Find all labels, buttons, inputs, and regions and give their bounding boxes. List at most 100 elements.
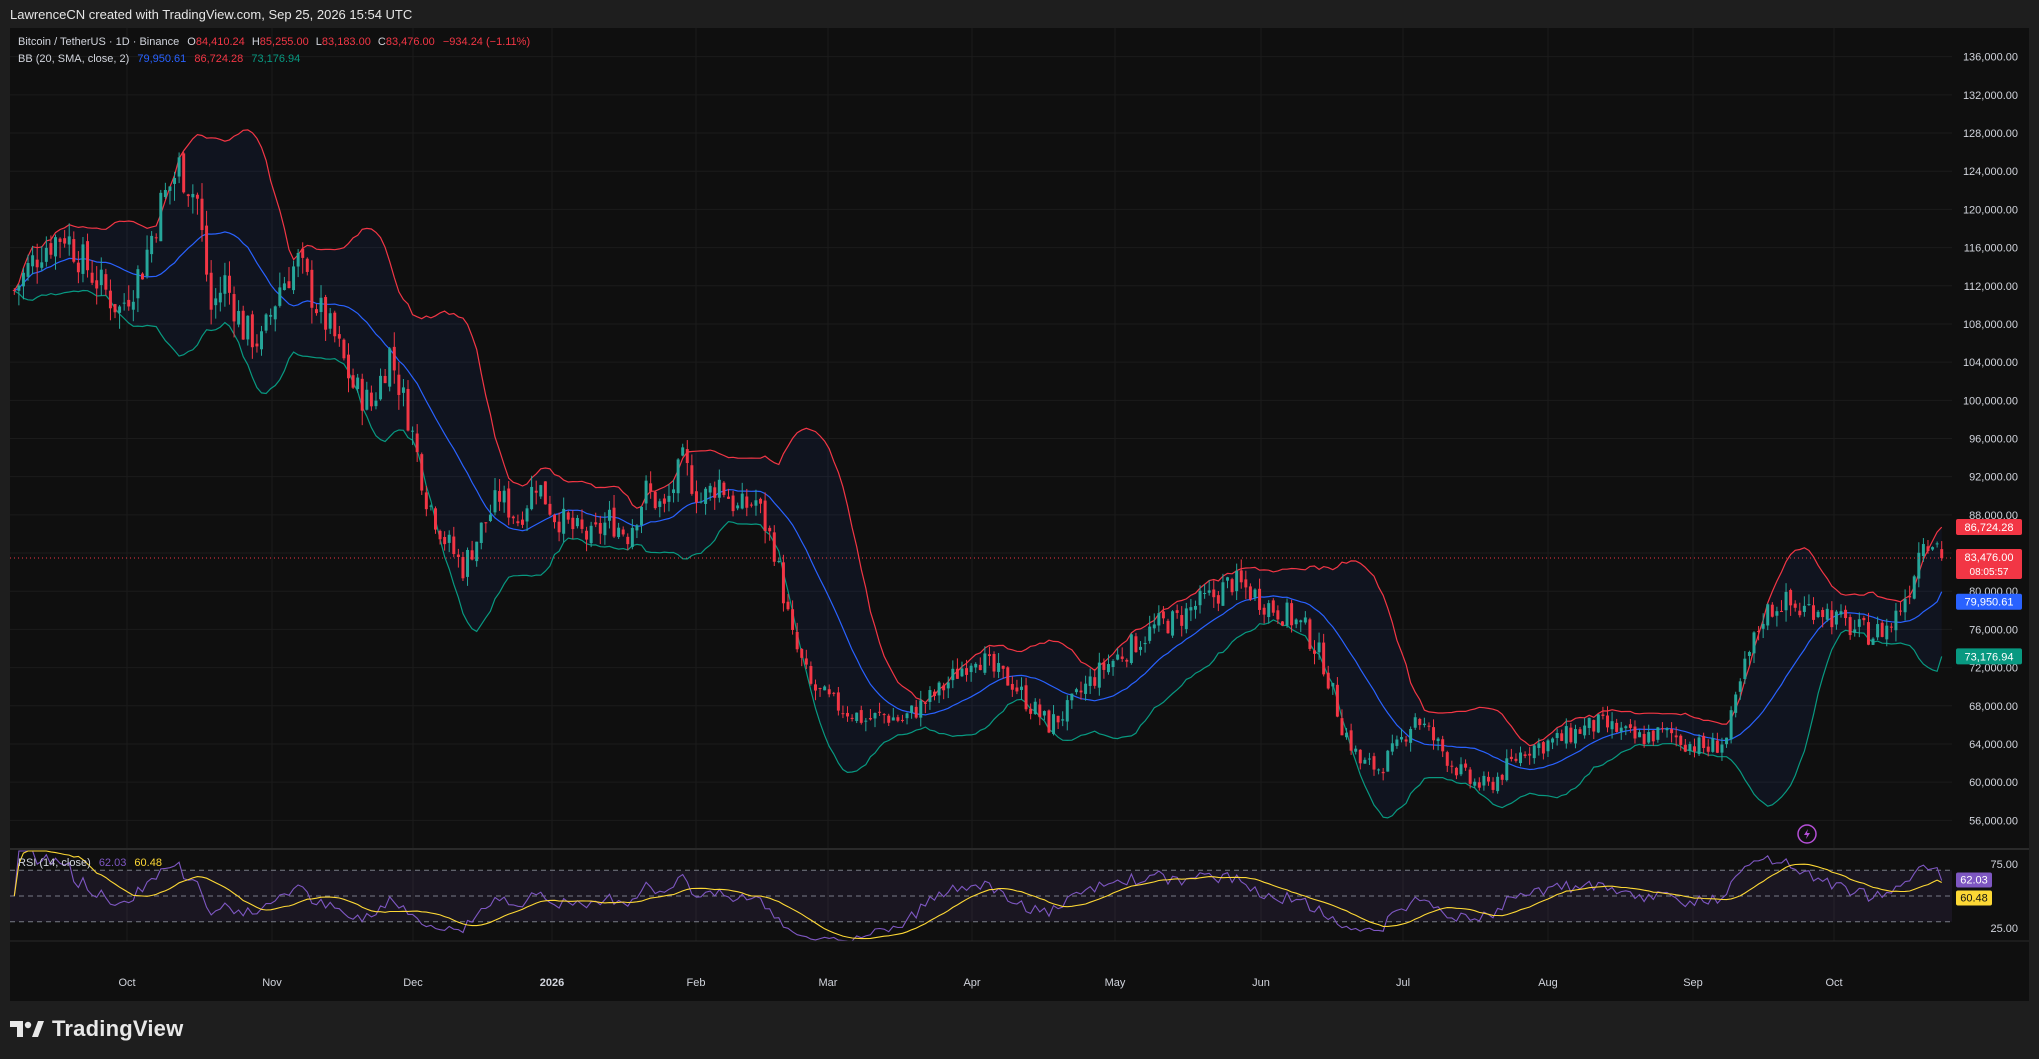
candle-body bbox=[1074, 689, 1078, 693]
candle-body bbox=[1212, 589, 1216, 598]
candle-body bbox=[1537, 743, 1541, 748]
candle-body bbox=[95, 280, 99, 289]
badge-last-price: 83,476.00 bbox=[1965, 552, 2014, 564]
candle-body bbox=[438, 530, 442, 540]
candle-body bbox=[1427, 725, 1431, 727]
candle-body bbox=[1061, 719, 1065, 721]
candle-body bbox=[186, 194, 190, 197]
chart-frame[interactable]: 136,000.00 132,000.00 128,000.00 124,000.00… bbox=[10, 28, 2029, 1001]
candle-body bbox=[456, 554, 460, 557]
candle-body bbox=[1505, 758, 1509, 781]
candle-body bbox=[273, 306, 277, 320]
price-axis[interactable]: 136,000.00 132,000.00 128,000.00 124,000.00… bbox=[1963, 52, 2018, 828]
candle-body bbox=[607, 509, 611, 521]
candle-body bbox=[63, 238, 67, 244]
candle-body bbox=[763, 500, 767, 531]
candle-body bbox=[1106, 664, 1110, 673]
y-tick-label: 104,000.00 bbox=[1963, 357, 2018, 369]
candle-body bbox=[40, 262, 44, 268]
rsi-pane[interactable]: 75.00 25.00 62.03 60.48 bbox=[10, 850, 2018, 942]
candle-body bbox=[1157, 613, 1161, 626]
candle-body bbox=[1313, 650, 1316, 654]
candle-body bbox=[81, 244, 85, 274]
candle-body bbox=[644, 480, 648, 504]
candle-body bbox=[1912, 576, 1916, 599]
candle-body bbox=[520, 519, 524, 525]
candle-body bbox=[685, 449, 689, 464]
candle-body bbox=[1509, 756, 1513, 759]
candle-body bbox=[630, 527, 634, 548]
candle-body bbox=[429, 505, 433, 507]
candle-body bbox=[1596, 714, 1600, 733]
legend-change: −934.24 (−1.11%) bbox=[443, 36, 530, 48]
candle-body bbox=[296, 252, 300, 267]
candle-body bbox=[1166, 620, 1170, 634]
candle-body bbox=[360, 378, 364, 411]
candle-body bbox=[269, 314, 273, 317]
lightning-icon[interactable] bbox=[1797, 824, 1817, 844]
bollinger-upper-line bbox=[13, 129, 1943, 747]
candle-body bbox=[328, 313, 332, 329]
candle-body bbox=[1038, 704, 1042, 718]
candle-body bbox=[1761, 623, 1765, 629]
candle-body bbox=[1885, 625, 1889, 640]
price-chart[interactable]: 136,000.00 132,000.00 128,000.00 124,000.00… bbox=[10, 28, 2029, 1001]
candle-body bbox=[1436, 738, 1440, 742]
candle-body bbox=[1056, 715, 1060, 723]
candle-body bbox=[246, 315, 250, 340]
candle-body bbox=[1299, 620, 1303, 623]
candle-body bbox=[713, 487, 717, 498]
candle-body bbox=[145, 249, 149, 277]
candle-body bbox=[1345, 732, 1349, 738]
candle-body bbox=[1532, 745, 1536, 759]
candle-body bbox=[12, 289, 16, 291]
candle-body bbox=[740, 493, 744, 509]
candle-body bbox=[26, 263, 30, 277]
x-tick-label: Dec bbox=[403, 977, 423, 989]
candle-body bbox=[260, 331, 263, 350]
candle-body bbox=[447, 534, 451, 543]
candle-body bbox=[163, 190, 167, 198]
candle-body bbox=[717, 479, 721, 498]
candle-body bbox=[337, 334, 341, 339]
candle-body bbox=[411, 430, 415, 432]
time-axis[interactable]: Oct Nov Dec 2026 Feb Mar Apr May Jun Jul Aug Sep Oct bbox=[10, 940, 2029, 989]
candle-body bbox=[1464, 763, 1468, 768]
candle-body bbox=[502, 490, 506, 503]
candle-body bbox=[1610, 721, 1614, 730]
candle-body bbox=[1198, 590, 1202, 606]
candle-body bbox=[250, 314, 254, 348]
candle-body bbox=[804, 658, 808, 665]
candle-body bbox=[1496, 776, 1500, 792]
candle-body bbox=[589, 525, 593, 544]
candle-body bbox=[1349, 730, 1353, 751]
candle-body bbox=[1079, 690, 1083, 693]
candle-body bbox=[324, 297, 328, 330]
candle-body bbox=[195, 194, 199, 199]
candle-body bbox=[278, 287, 282, 306]
candle-body bbox=[1802, 605, 1806, 612]
candle-body bbox=[173, 177, 177, 184]
candle-body bbox=[1853, 629, 1857, 633]
tradingview-brand: TradingView bbox=[52, 1016, 184, 1041]
candle-body bbox=[1367, 758, 1371, 760]
y-tick-label: 68,000.00 bbox=[1969, 701, 2018, 713]
candle-body bbox=[900, 719, 904, 721]
candle-body bbox=[342, 339, 346, 359]
candle-body bbox=[1555, 733, 1559, 739]
candle-body bbox=[182, 153, 186, 193]
candle-body bbox=[1354, 748, 1358, 752]
candle-body bbox=[159, 192, 163, 242]
y-tick-label: 124,000.00 bbox=[1963, 166, 2018, 178]
candle-body bbox=[1770, 604, 1774, 617]
candle-body bbox=[1386, 750, 1390, 772]
candle-body bbox=[1326, 672, 1330, 689]
candle-body bbox=[676, 459, 680, 494]
x-tick-label: 2026 bbox=[540, 977, 564, 989]
candle-body bbox=[351, 375, 355, 388]
candle-body bbox=[1363, 759, 1367, 764]
candle-body bbox=[603, 522, 607, 536]
candle-body bbox=[1775, 611, 1779, 616]
tradingview-footer[interactable]: TradingView bbox=[10, 1014, 183, 1044]
x-tick-label: Apr bbox=[963, 977, 980, 989]
